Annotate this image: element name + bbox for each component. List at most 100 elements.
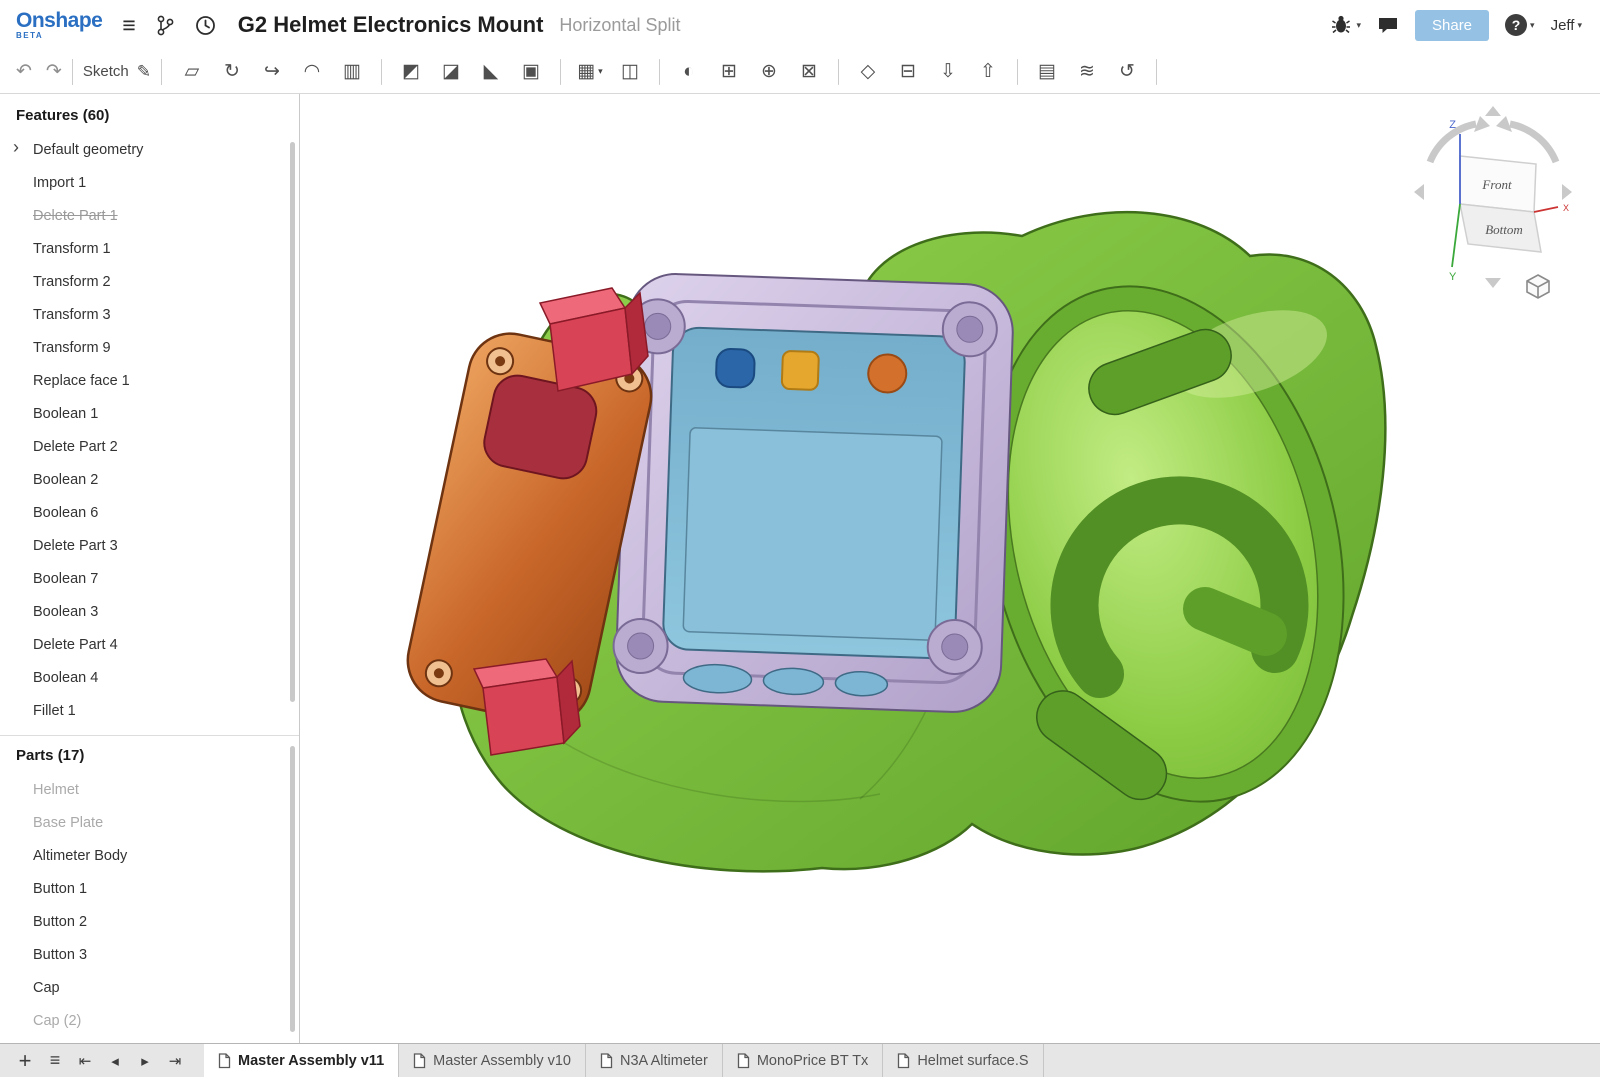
part-item[interactable]: Cap (2) — [0, 1004, 299, 1037]
document-tab[interactable]: N3A Altimeter — [586, 1044, 723, 1077]
document-tab[interactable]: Master Assembly v11 — [204, 1044, 399, 1077]
export-icon[interactable]: ⇧ ▾ — [968, 55, 1008, 89]
document-tabs: Master Assembly v11 Master Assembly v10 — [204, 1044, 1044, 1077]
rotate-right-arrow[interactable] — [1562, 184, 1572, 200]
feature-item[interactable]: › Transform 1 — [0, 232, 299, 265]
part-item[interactable]: Button 1 — [0, 872, 299, 905]
revolve-icon[interactable]: ↻ ▾ — [212, 55, 252, 89]
main-menu-icon[interactable]: ≡ — [122, 12, 135, 39]
document-tab[interactable]: MonoPrice BT Tx — [723, 1044, 883, 1077]
rotate-left-arrow[interactable] — [1414, 184, 1424, 200]
feature-item[interactable]: › Delete Part 4 — [0, 628, 299, 661]
linear-pattern-icon[interactable]: ▦ ▾ — [570, 55, 610, 89]
history-icon[interactable]: ↺ ▾ — [1107, 55, 1147, 89]
feature-item[interactable]: › Replace face 1 — [0, 364, 299, 397]
parts-list: Helmet Base Plate Altimeter Body Button … — [0, 773, 299, 1037]
parts-scrollbar[interactable] — [290, 746, 295, 1032]
fillet-icon[interactable]: ◩ ▾ — [391, 55, 431, 89]
part-item[interactable]: Helmet — [0, 773, 299, 806]
chamfer-icon[interactable]: ◪ ▾ — [431, 55, 471, 89]
import-icon[interactable]: ⇩ ▾ — [928, 55, 968, 89]
feature-item[interactable]: › Delete Part 3 — [0, 529, 299, 562]
loft-icon[interactable]: ◠ ▾ — [292, 55, 332, 89]
part-item[interactable]: Button 2 — [0, 905, 299, 938]
expand-arrow-icon[interactable]: › — [13, 137, 19, 158]
boolean-icon[interactable]: ◐ ▾ — [669, 55, 709, 89]
part-item[interactable]: Button 3 — [0, 938, 299, 971]
sketch-button[interactable]: Sketch ✎ — [83, 62, 151, 82]
report-bug-icon[interactable]: ▾ — [1331, 15, 1361, 35]
toolbar-tool: ▾ — [659, 59, 660, 85]
feature-item[interactable]: › Transform 9 — [0, 331, 299, 364]
features-scrollbar[interactable] — [290, 142, 295, 702]
altimeter-housing[interactable] — [612, 272, 1015, 713]
help-menu[interactable]: ? ▾ — [1505, 14, 1535, 36]
red-block-bottom[interactable] — [474, 659, 580, 755]
thicken-icon[interactable]: ▥ ▾ — [332, 55, 372, 89]
shell-icon[interactable]: ▣ ▾ — [511, 55, 551, 89]
history-clock-icon[interactable] — [195, 15, 216, 36]
tab-document-icon — [600, 1053, 613, 1069]
bug-caret-icon: ▾ — [1356, 20, 1361, 31]
rotate-up-arrow[interactable] — [1485, 106, 1501, 116]
document-tab[interactable]: Master Assembly v10 — [399, 1044, 586, 1077]
appearance-icon[interactable]: ≋ ▾ — [1067, 55, 1107, 89]
graphics-viewport[interactable]: Front Bottom Z X Y — [300, 94, 1600, 1043]
button-orange[interactable] — [868, 354, 907, 393]
helmet-mount-3d-model[interactable] — [300, 94, 1600, 1043]
user-menu[interactable]: Jeff ▾ — [1551, 17, 1582, 34]
next-tab-button[interactable]: ▸ — [130, 1044, 160, 1077]
feature-item[interactable]: › Boolean 2 — [0, 463, 299, 496]
feature-item[interactable]: › Boolean 3 — [0, 595, 299, 628]
sweep-icon[interactable]: ↪ ▾ — [252, 55, 292, 89]
move-face-icon[interactable]: ⊕ ▾ — [749, 55, 789, 89]
feature-item[interactable]: › Delete Part 1 — [0, 199, 299, 232]
tab-document-icon — [897, 1053, 910, 1069]
part-item[interactable]: Altimeter Body — [0, 839, 299, 872]
feature-item[interactable]: › Delete Part 2 — [0, 430, 299, 463]
feature-item[interactable]: › Boolean 6 — [0, 496, 299, 529]
feature-item[interactable]: › Transform 3 — [0, 298, 299, 331]
feature-item[interactable]: › Import 1 — [0, 166, 299, 199]
feature-tree-panel: Features (60) › Default geometry › Impor… — [0, 94, 300, 1043]
onshape-app: Onshape BETA ≡ G2 Helmet Electronics Mou… — [0, 0, 1600, 1077]
add-tab-button[interactable]: + — [10, 1044, 40, 1077]
feature-item[interactable]: › Boolean 4 — [0, 661, 299, 694]
transform-icon[interactable]: ◇ ▾ — [848, 55, 888, 89]
button-blue[interactable] — [716, 348, 755, 387]
share-button[interactable]: Share — [1415, 10, 1489, 41]
document-tab[interactable]: Helmet surface.S — [883, 1044, 1043, 1077]
redo-button[interactable]: ↷ — [46, 60, 62, 83]
extrude-icon[interactable]: ▱ ▾ — [172, 55, 212, 89]
rotate-down-arrow[interactable] — [1485, 278, 1501, 288]
delete-part-icon[interactable]: ⊟ ▾ — [888, 55, 928, 89]
feature-item[interactable]: › Boolean 7 — [0, 562, 299, 595]
prev-tab-button[interactable]: ◂ — [100, 1044, 130, 1077]
draft-icon[interactable]: ◣ ▾ — [471, 55, 511, 89]
button-gold[interactable] — [782, 351, 819, 390]
feature-item[interactable]: › Boolean 1 — [0, 397, 299, 430]
tab-manager-button[interactable]: ≡ — [40, 1044, 70, 1077]
split-icon[interactable]: ⊞ ▾ — [709, 55, 749, 89]
feature-item[interactable]: › Transform 2 — [0, 265, 299, 298]
toolbar-tool: ▾ — [838, 59, 839, 85]
toolbar-divider — [72, 59, 73, 85]
section-view-icon[interactable]: ▤ ▾ — [1027, 55, 1067, 89]
delete-face-icon[interactable]: ⊠ ▾ — [789, 55, 829, 89]
first-tab-button[interactable]: ⇤ — [70, 1044, 100, 1077]
onshape-logo[interactable]: Onshape BETA — [16, 10, 102, 40]
view-cube[interactable]: Front Bottom Z X Y — [1408, 104, 1578, 294]
versions-branch-icon[interactable] — [156, 15, 175, 36]
isometric-view-icon[interactable] — [1524, 272, 1552, 300]
comments-icon[interactable] — [1377, 16, 1399, 35]
part-item[interactable]: Cap — [0, 971, 299, 1004]
pencil-icon: ✎ — [137, 62, 151, 82]
feature-item[interactable]: › Default geometry — [0, 133, 299, 166]
undo-button[interactable]: ↶ — [16, 60, 32, 83]
svg-text:X: X — [1563, 203, 1569, 213]
part-item[interactable]: Base Plate — [0, 806, 299, 839]
last-tab-button[interactable]: ⇥ — [160, 1044, 190, 1077]
feature-item[interactable]: › Fillet 1 — [0, 694, 299, 727]
svg-text:Z: Z — [1449, 119, 1456, 131]
mirror-icon[interactable]: ◫ ▾ — [610, 55, 650, 89]
